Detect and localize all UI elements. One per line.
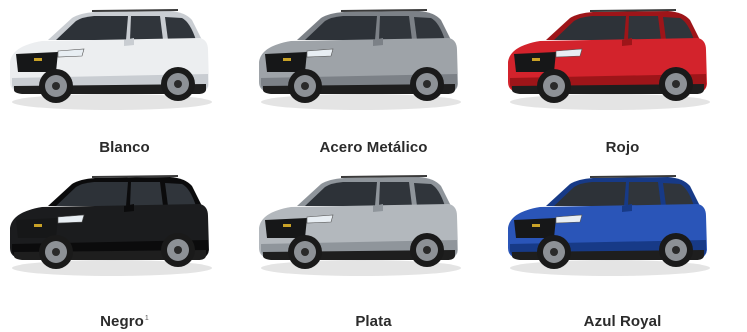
grille [514, 52, 556, 72]
color-name: Azul Royal [583, 313, 662, 330]
grille [16, 52, 58, 72]
footnote-marker: 1 [144, 315, 149, 322]
wheel-hub [672, 80, 680, 88]
bowtie-logo [283, 224, 291, 227]
roof-rail [91, 9, 179, 12]
bowtie-logo [34, 58, 42, 61]
roof-rail [91, 175, 179, 178]
wheel-hub [423, 80, 431, 88]
side-window-front [130, 182, 163, 206]
color-option-blanco[interactable]: Blanco [0, 0, 249, 166]
color-swatch-grid: Blanco Acero Metálico Rojo Negro1 Plata … [0, 0, 747, 332]
color-name: Rojo [605, 139, 640, 156]
wheel-hub [174, 80, 182, 88]
side-window-front [628, 182, 661, 206]
wheel-hub [550, 248, 558, 256]
side-window-front [379, 16, 412, 40]
roof-rail [340, 9, 428, 12]
side-window-front [628, 16, 661, 40]
grille [514, 218, 556, 238]
wheel-hub [174, 246, 182, 254]
wheel-hub [301, 248, 309, 256]
wheel-hub [52, 248, 60, 256]
color-option-negro[interactable]: Negro1 [0, 166, 249, 332]
roof-rail [589, 175, 677, 178]
car-image [259, 9, 461, 110]
car-image [508, 175, 710, 276]
color-option-azul-royal[interactable]: Azul Royal [498, 166, 747, 332]
car-image [259, 175, 461, 276]
color-option-plata[interactable]: Plata [249, 166, 498, 332]
color-name: Plata [355, 313, 392, 330]
side-window-front [130, 16, 163, 40]
car-image [10, 9, 212, 110]
roof-rail [340, 175, 428, 178]
wheel-hub [423, 246, 431, 254]
bowtie-logo [532, 224, 540, 227]
color-name: Acero Metálico [319, 139, 428, 156]
grille [265, 218, 307, 238]
grille [265, 52, 307, 72]
roof-rail [589, 9, 677, 12]
wheel-hub [52, 82, 60, 90]
wheel-hub [672, 246, 680, 254]
color-option-rojo[interactable]: Rojo [498, 0, 747, 166]
color-name: Negro1 [100, 313, 149, 330]
side-window-front [379, 182, 412, 206]
car-image [10, 175, 212, 276]
car-image [508, 9, 710, 110]
color-name: Blanco [99, 139, 150, 156]
bowtie-logo [34, 224, 42, 227]
bowtie-logo [283, 58, 291, 61]
color-option-acero-metalico[interactable]: Acero Metálico [249, 0, 498, 166]
wheel-hub [550, 82, 558, 90]
bowtie-logo [532, 58, 540, 61]
wheel-hub [301, 82, 309, 90]
grille [16, 218, 58, 238]
